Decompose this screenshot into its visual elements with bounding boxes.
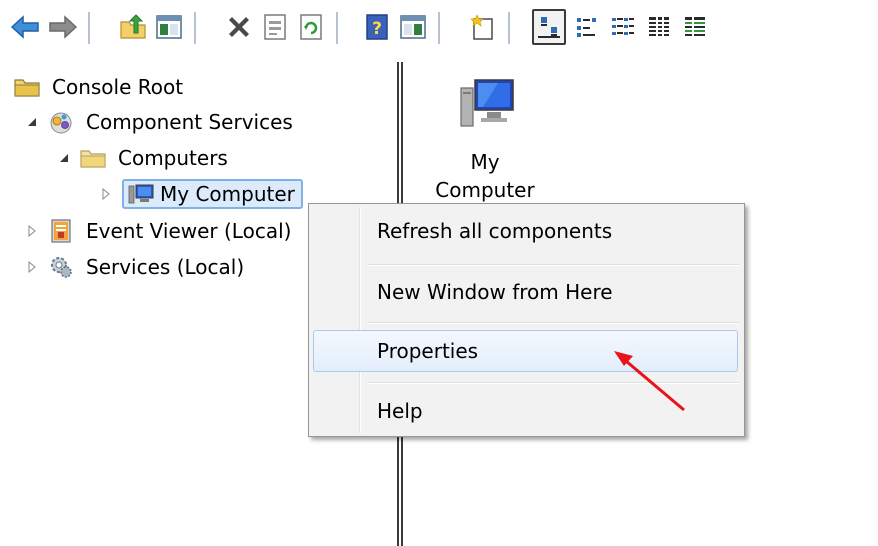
- annotation-arrow: [614, 351, 685, 412]
- annotation-arrow-shaft: [625, 359, 685, 412]
